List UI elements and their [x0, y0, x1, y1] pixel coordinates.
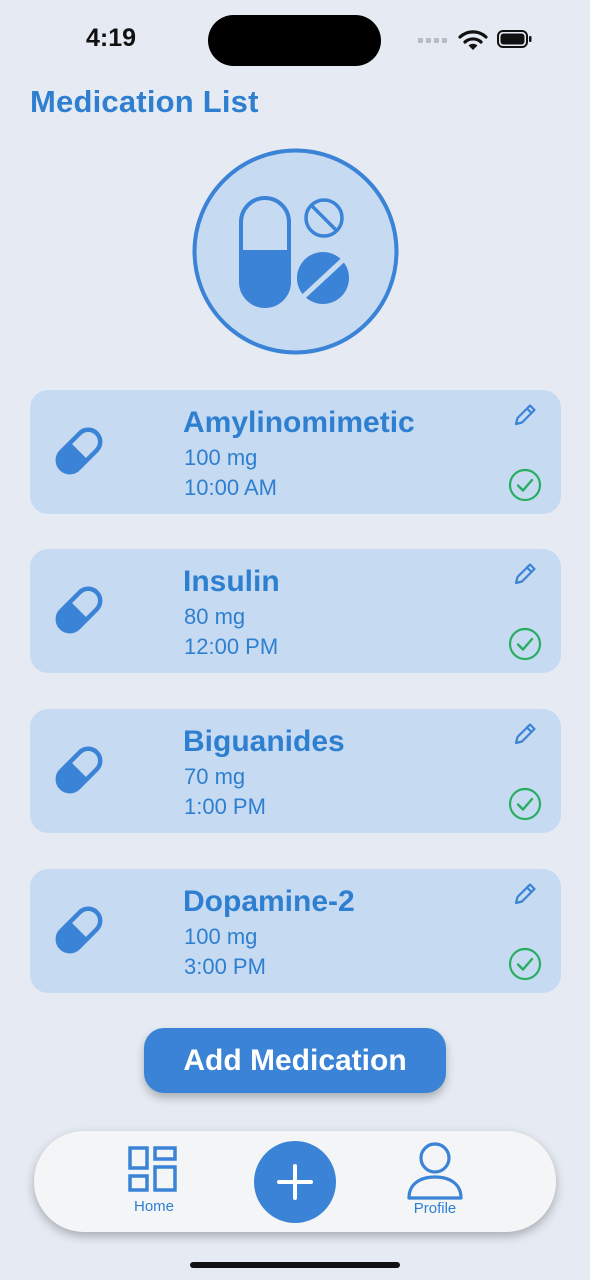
pill-icon — [55, 906, 103, 954]
plus-icon — [277, 1164, 313, 1200]
medication-time: 3:00 PM — [184, 954, 266, 979]
pill-icon — [55, 427, 103, 475]
medication-time: 10:00 AM — [184, 475, 277, 500]
pencil-icon[interactable] — [512, 881, 538, 907]
medication-dose: 80 mg — [184, 604, 246, 629]
battery-icon — [497, 30, 532, 48]
tab-profile[interactable]: Profile — [398, 1131, 472, 1232]
dynamic-island — [208, 15, 381, 66]
wifi-icon — [458, 30, 488, 50]
status-bar: 4:19 — [0, 0, 590, 80]
check-circle-icon[interactable] — [508, 787, 542, 821]
grid-icon — [128, 1146, 177, 1192]
medication-card[interactable]: Insulin 80 mg 12:00 PM — [30, 549, 561, 673]
medication-name: Dopamine-2 — [183, 885, 355, 918]
tab-home[interactable]: Home — [119, 1131, 189, 1232]
add-medication-button[interactable]: Add Medication — [144, 1028, 446, 1093]
medication-time: 12:00 PM — [184, 634, 279, 659]
medication-dose: 70 mg — [184, 764, 246, 789]
medication-dose: 100 mg — [184, 924, 258, 949]
medication-name: Biguanides — [183, 725, 345, 758]
pill-icon — [55, 746, 103, 794]
cellular-signal-icon — [418, 38, 447, 43]
medication-time: 1:00 PM — [184, 794, 266, 819]
person-icon — [407, 1142, 463, 1200]
home-indicator — [190, 1262, 400, 1268]
medication-name: Amylinomimetic — [183, 406, 415, 439]
pills-icon — [192, 148, 399, 355]
pill-icon — [55, 586, 103, 634]
tab-profile-label: Profile — [413, 1200, 457, 1217]
add-fab-button[interactable] — [254, 1141, 336, 1223]
medication-card[interactable]: Biguanides 70 mg 1:00 PM — [30, 709, 561, 833]
medication-card[interactable]: Dopamine-2 100 mg 3:00 PM — [30, 869, 561, 993]
pencil-icon[interactable] — [512, 402, 538, 428]
status-time: 4:19 — [86, 24, 137, 52]
tab-home-label: Home — [133, 1198, 174, 1215]
medication-card[interactable]: Amylinomimetic 100 mg 10:00 AM — [30, 390, 561, 514]
tab-bar: Home Profile — [34, 1131, 556, 1232]
check-circle-icon[interactable] — [508, 468, 542, 502]
medication-name: Insulin — [183, 565, 280, 598]
pencil-icon[interactable] — [512, 721, 538, 747]
page-title: Medication List — [30, 84, 259, 119]
check-circle-icon[interactable] — [508, 627, 542, 661]
check-circle-icon[interactable] — [508, 947, 542, 981]
pencil-icon[interactable] — [512, 561, 538, 587]
medication-dose: 100 mg — [184, 445, 258, 470]
